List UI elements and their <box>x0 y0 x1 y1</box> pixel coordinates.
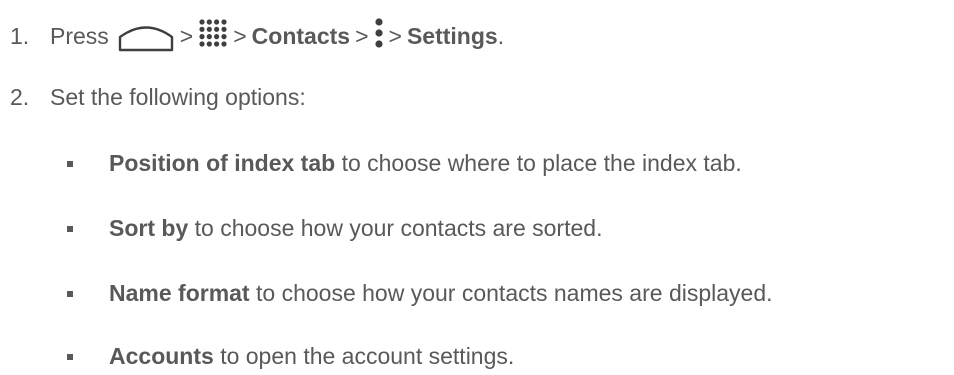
step-2: 2. Set the following options: <box>10 84 306 111</box>
period: . <box>497 22 505 49</box>
bullet-icon <box>67 160 73 167</box>
separator: > <box>355 22 369 49</box>
option-item: Accounts to open the account settings. <box>67 343 514 370</box>
option-desc: to choose where to place the index tab. <box>341 150 742 176</box>
option-desc: to open the account settings. <box>220 343 515 369</box>
contacts-label: Contacts <box>251 22 351 49</box>
option-desc: to choose how your contacts names are di… <box>256 280 773 306</box>
option-desc: to choose how your contacts are sorted. <box>194 215 603 241</box>
apps-grid-icon <box>198 18 228 54</box>
option-item: Position of index tab to choose where to… <box>67 150 742 177</box>
separator: > <box>179 22 194 49</box>
option-term: Accounts <box>109 343 214 369</box>
bullet-icon <box>67 225 73 232</box>
step-number: 2. <box>10 84 30 110</box>
separator: > <box>233 22 247 49</box>
home-icon <box>117 20 175 52</box>
bullet-icon <box>67 290 73 297</box>
bullet-icon <box>67 353 73 360</box>
option-term: Sort by <box>109 215 189 241</box>
option-term: Position of index tab <box>109 150 336 176</box>
option-item: Sort by to choose how your contacts are … <box>67 215 602 242</box>
step-number: 1. <box>10 22 30 49</box>
settings-label: Settings <box>406 22 498 49</box>
overflow-menu-icon <box>374 18 384 54</box>
option-item: Name format to choose how your contacts … <box>67 280 773 307</box>
step-1: 1. Press > > Contacts > > Settings . <box>10 18 504 54</box>
separator: > <box>388 22 402 49</box>
step-text: Set the following options: <box>50 84 306 110</box>
step-prefix: Press <box>50 22 109 49</box>
option-term: Name format <box>109 280 250 306</box>
